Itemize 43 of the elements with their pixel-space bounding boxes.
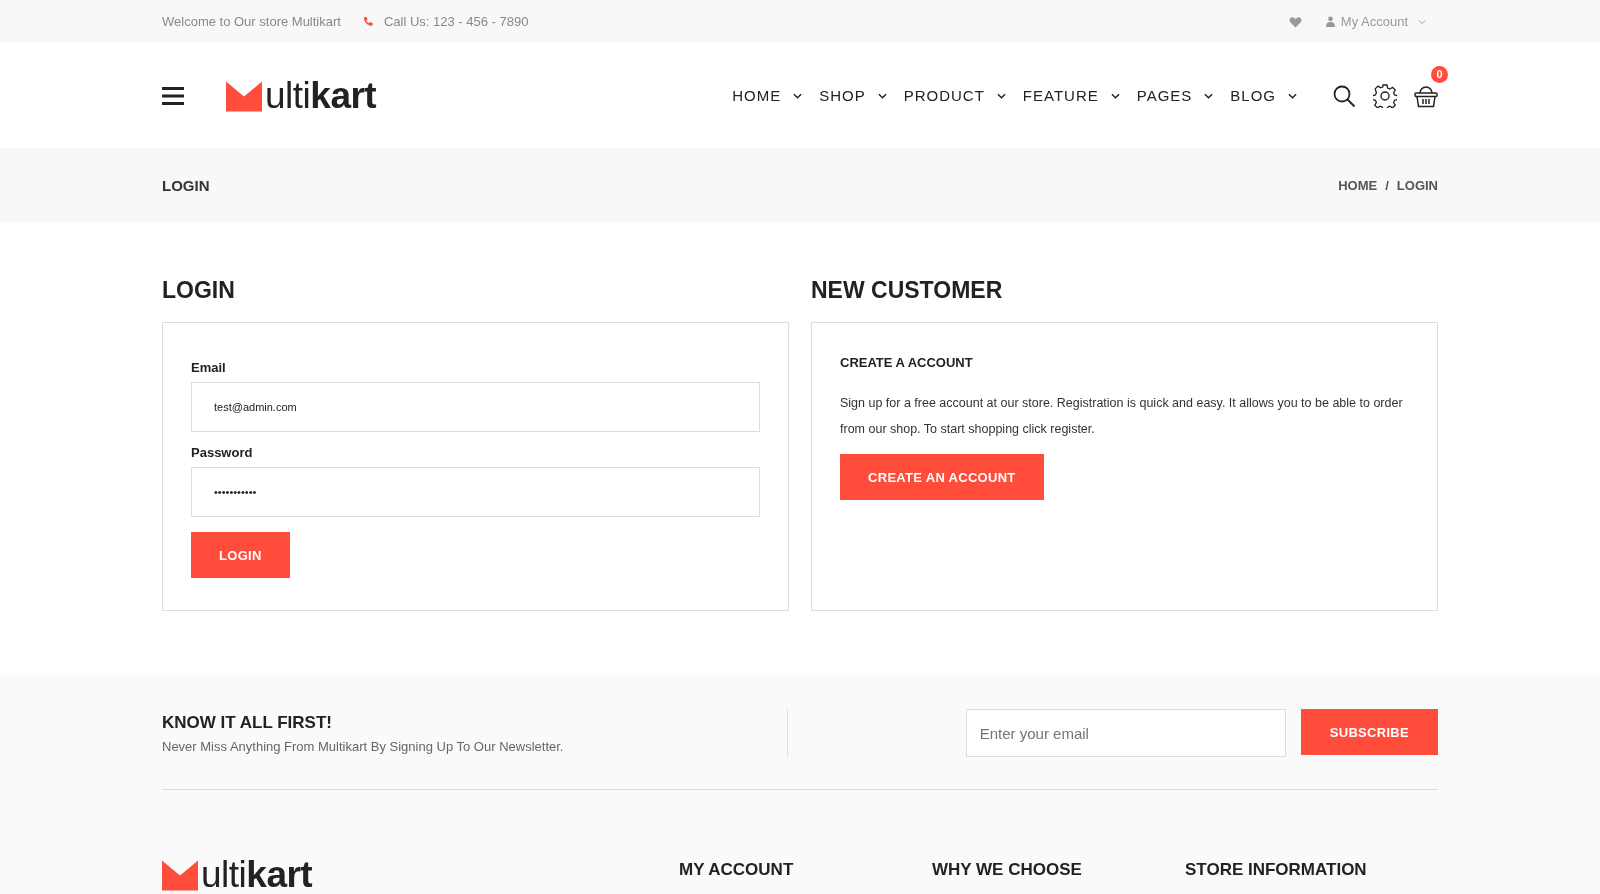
nav-menu-item[interactable]: HOME <box>732 87 803 104</box>
field-label: Password <box>191 445 254 460</box>
cart-count-badge: 0 <box>1431 65 1448 83</box>
nav-menu-item[interactable]: PAGES <box>1136 87 1214 104</box>
caret-icon <box>1288 92 1297 99</box>
caret-icon <box>793 92 803 99</box>
field-label: Email <box>191 360 227 375</box>
breadcrumb-separator: / <box>1385 177 1389 193</box>
breadcrumb-current: LOGIN <box>1396 177 1438 193</box>
section-heading: NEW CUSTOMER <box>811 277 1004 304</box>
page-title: LOGIN <box>162 176 210 194</box>
phone-text: Call Us: 123 - 456 - 7890 <box>383 14 529 29</box>
panel-subheading: CREATE A ACCOUNT <box>840 354 974 370</box>
breadcrumb-link[interactable]: HOME <box>1338 177 1378 193</box>
footer-column-heading: WHY WE CHOOSE <box>932 859 1083 881</box>
basket-icon[interactable] <box>1414 83 1438 108</box>
user-icon <box>1325 16 1335 27</box>
caret-icon <box>1110 92 1120 99</box>
email-input[interactable]: Enter your email <box>965 709 1286 757</box>
caret-icon <box>996 92 1006 99</box>
settings-icon[interactable] <box>1373 83 1397 108</box>
newsletter-text: Never Miss Anything From Multikart By Signing Up To Our Newsletter. <box>162 738 565 754</box>
nav-menu-item[interactable]: BLOG <box>1230 87 1297 104</box>
input-field[interactable]: test@admin.com <box>191 382 760 432</box>
input-field[interactable]: ••••••••••• <box>191 467 760 517</box>
nav-menu-item[interactable]: FEATURE <box>1022 87 1120 104</box>
footer-logo[interactable]: ultikart <box>162 856 679 893</box>
caret-icon <box>1418 18 1426 25</box>
caret-icon <box>877 92 887 99</box>
newsletter-title: KNOW IT ALL FIRST! <box>162 712 333 733</box>
caret-icon <box>1204 92 1214 99</box>
section-heading: LOGIN <box>162 277 236 304</box>
nav-menu-item[interactable]: SHOP <box>819 87 887 104</box>
nav-menu-item[interactable]: PRODUCT <box>903 87 1006 104</box>
footer-column-heading: MY ACCOUNT <box>679 859 795 881</box>
logo[interactable]: ultikart <box>226 77 377 114</box>
footer-column-heading: STORE INFORMATION <box>1185 859 1368 881</box>
description-text: Sign up for a free account at our store. Registration is quick and easy. It allows you to be able to order from our shop. To start shopping click register. <box>840 395 1404 438</box>
phone-icon <box>362 16 374 27</box>
search-icon[interactable] <box>1332 83 1356 108</box>
menu-icon[interactable] <box>162 86 184 105</box>
heart-icon[interactable] <box>1288 15 1302 28</box>
welcome-text: Welcome to Our store Multikart <box>162 14 341 29</box>
